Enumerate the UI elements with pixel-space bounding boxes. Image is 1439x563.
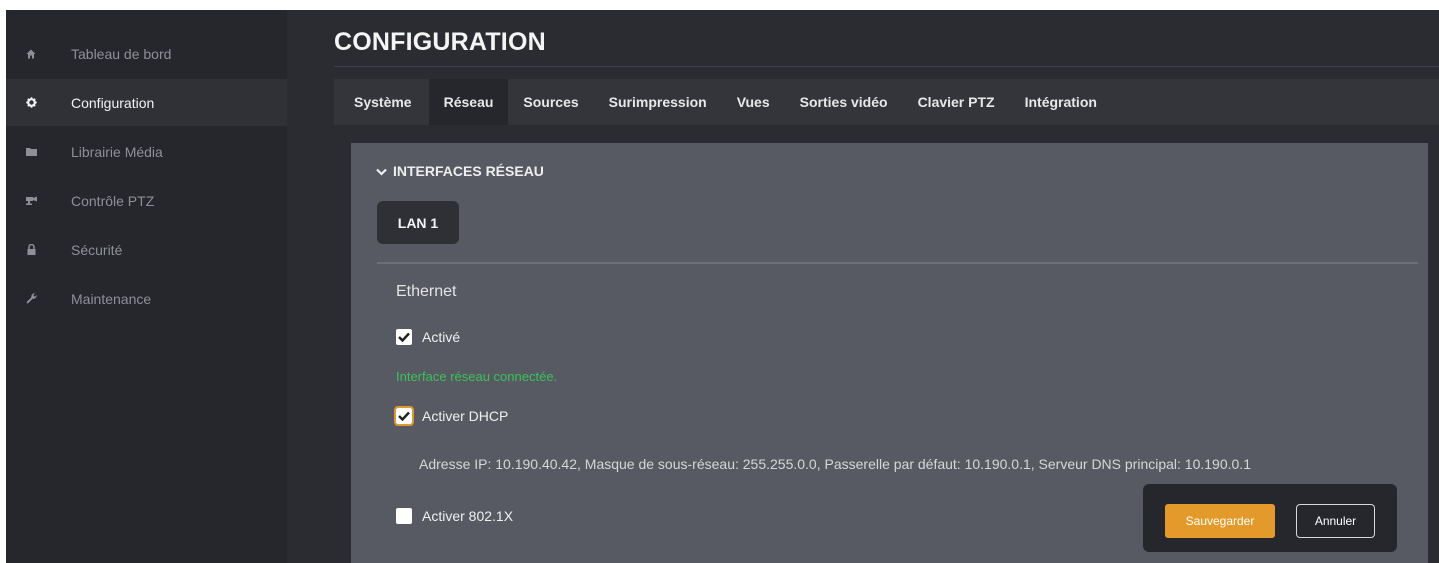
sidebar-item-ptz-control[interactable]: Contrôle PTZ xyxy=(6,177,287,224)
sidebar: Tableau de bord Configuration Librairie … xyxy=(6,10,287,563)
checkmark-icon xyxy=(398,411,410,421)
checkmark-icon xyxy=(398,332,410,342)
chevron-down-icon xyxy=(376,163,387,179)
tab-video-outputs[interactable]: Sorties vidéo xyxy=(785,79,903,125)
tab-bar: Système Réseau Sources Surimpression Vue… xyxy=(334,79,1439,125)
dhcp-row: Activer DHCP xyxy=(394,406,509,426)
tab-ptz-keyboard[interactable]: Clavier PTZ xyxy=(903,79,1010,125)
sidebar-item-label: Tableau de bord xyxy=(71,45,172,62)
dot1x-checkbox[interactable] xyxy=(396,508,412,524)
sidebar-item-security[interactable]: Sécurité xyxy=(6,226,287,273)
tab-overlay[interactable]: Surimpression xyxy=(594,79,722,125)
lock-icon xyxy=(25,244,37,256)
page-title: CONFIGURATION xyxy=(334,28,546,56)
dhcp-label: Activer DHCP xyxy=(422,408,509,424)
sidebar-item-label: Configuration xyxy=(71,94,155,111)
tab-network[interactable]: Réseau xyxy=(428,79,509,125)
dot1x-row: Activer 802.1X xyxy=(396,508,513,524)
save-button[interactable]: Sauvegarder xyxy=(1165,504,1275,538)
folder-icon xyxy=(25,146,37,158)
enabled-label: Activé xyxy=(422,329,461,345)
gear-icon xyxy=(25,97,37,109)
tab-lan-1[interactable]: LAN 1 xyxy=(377,201,459,244)
cancel-button[interactable]: Annuler xyxy=(1296,504,1375,538)
sidebar-item-maintenance[interactable]: Maintenance xyxy=(6,275,287,322)
enabled-checkbox[interactable] xyxy=(396,329,412,345)
connection-status: Interface réseau connectée. xyxy=(396,369,558,384)
divider xyxy=(334,66,1439,67)
dot1x-label: Activer 802.1X xyxy=(422,508,514,524)
dhcp-checkbox[interactable] xyxy=(394,406,414,426)
ip-info-text: Adresse IP: 10.190.40.42, Masque de sous… xyxy=(419,456,1251,472)
sidebar-item-configuration[interactable]: Configuration xyxy=(6,79,287,126)
save-bar: Sauvegarder Annuler xyxy=(1143,484,1397,552)
sidebar-item-dashboard[interactable]: Tableau de bord xyxy=(6,30,287,77)
tab-integration[interactable]: Intégration xyxy=(1010,79,1112,125)
home-icon xyxy=(25,48,37,60)
tab-views[interactable]: Vues xyxy=(722,79,785,125)
section-title: INTERFACES RÉSEAU xyxy=(393,163,544,179)
sidebar-item-label: Maintenance xyxy=(71,290,152,307)
sidebar-item-label: Librairie Média xyxy=(71,143,163,160)
sidebar-item-label: Contrôle PTZ xyxy=(71,192,155,209)
sidebar-item-media-library[interactable]: Librairie Média xyxy=(6,128,287,175)
main-content: CONFIGURATION Système Réseau Sources Sur… xyxy=(287,10,1439,563)
enabled-row: Activé xyxy=(396,329,460,345)
ethernet-heading: Ethernet xyxy=(396,283,457,300)
tab-system[interactable]: Système xyxy=(334,79,429,125)
sidebar-item-label: Sécurité xyxy=(71,241,123,258)
section-header[interactable]: INTERFACES RÉSEAU xyxy=(376,163,544,179)
wrench-icon xyxy=(25,293,37,305)
ptz-camera-icon xyxy=(25,195,37,207)
app-window: Tableau de bord Configuration Librairie … xyxy=(6,10,1439,563)
divider xyxy=(377,262,1418,264)
tab-sources[interactable]: Sources xyxy=(508,79,593,125)
